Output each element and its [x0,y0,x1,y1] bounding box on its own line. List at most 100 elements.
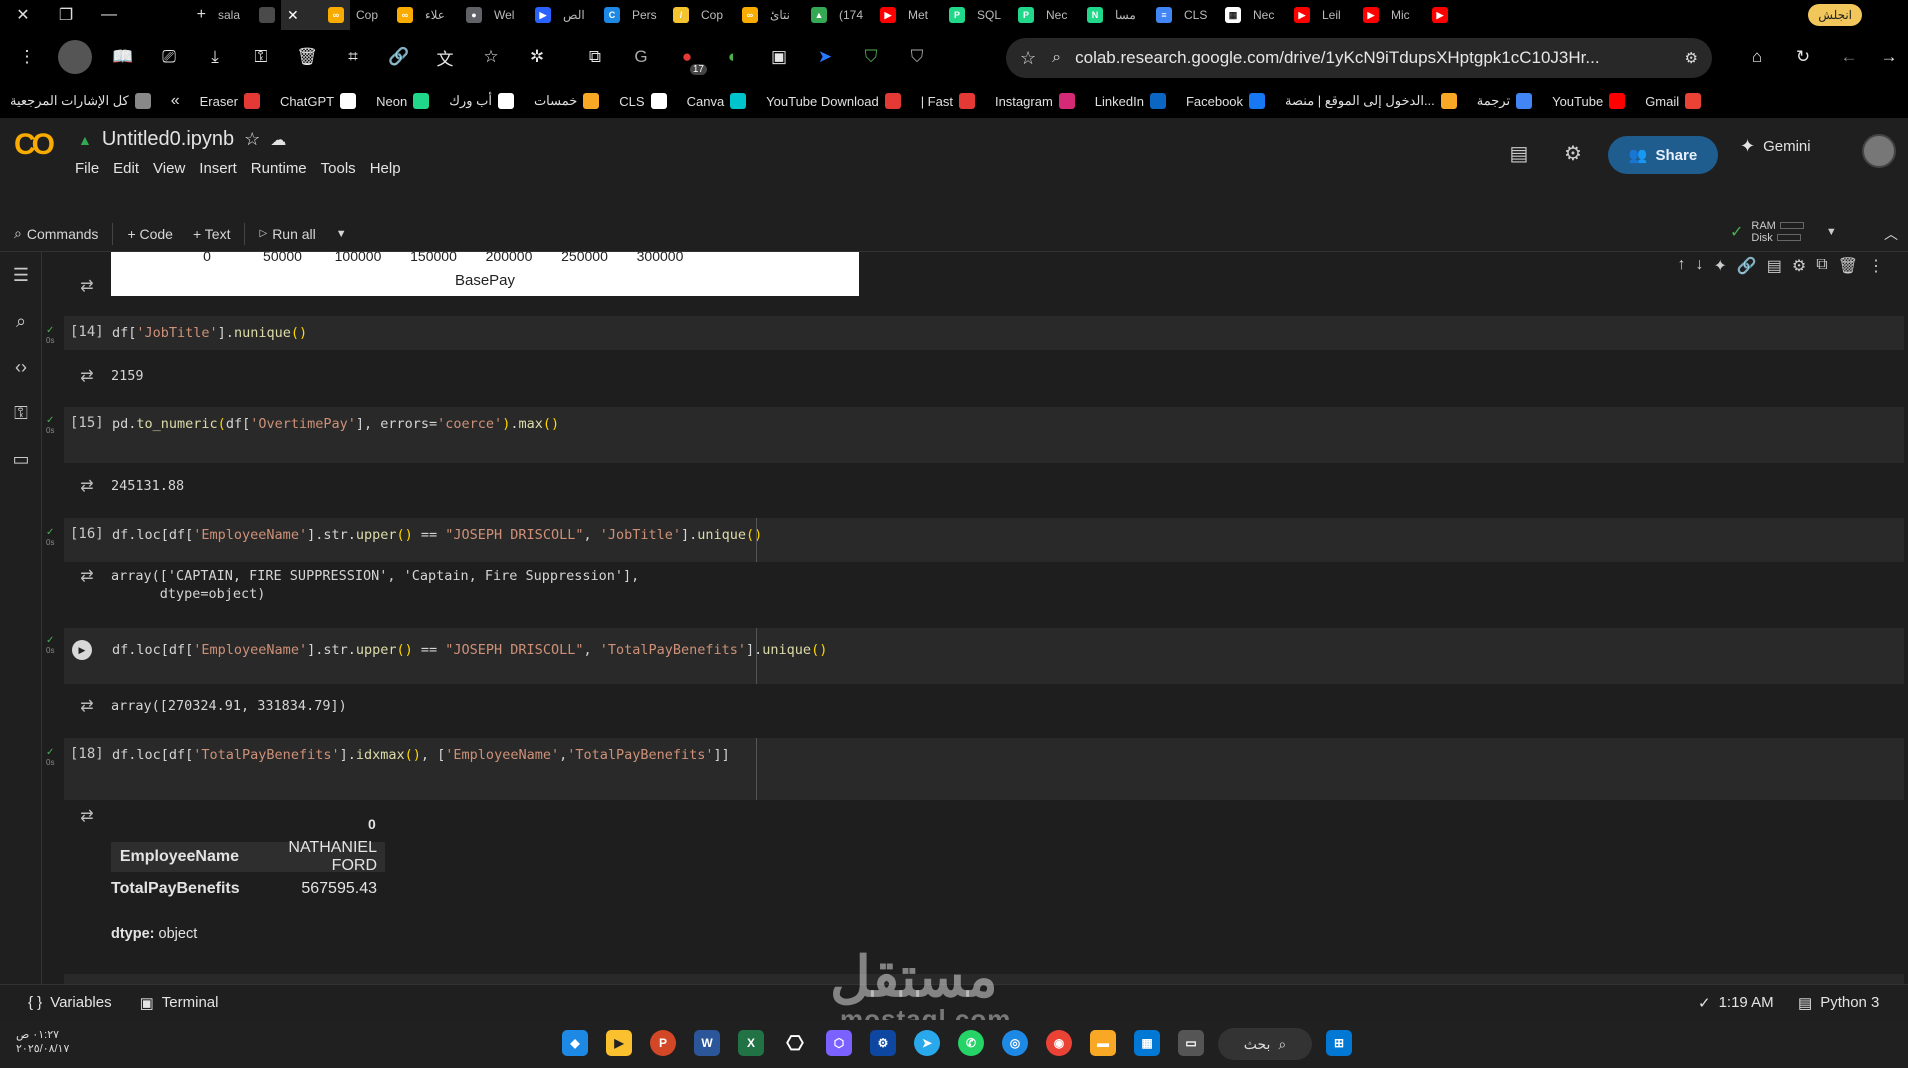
run-menu-chevron-icon[interactable]: ▼ [326,228,357,240]
variables-button[interactable]: { } Variables [0,994,126,1011]
bookmark-item[interactable]: Canva [677,93,757,109]
code-cell[interactable]: [16] df.loc[df['EmployeeName'].str.upper… [64,518,1904,562]
cell-link-icon[interactable]: 🔗 [1737,256,1757,276]
adblock-icon[interactable]: ● 17 [672,42,707,75]
powerpoint-icon[interactable]: P [650,1030,676,1056]
settings-gear-icon[interactable]: ⚙ [1558,138,1588,168]
terminal-button[interactable]: ▣ Terminal [126,994,233,1012]
profile-chip[interactable]: انجلش [1808,4,1862,26]
colab-logo[interactable]: CO [14,128,55,162]
output-toggle-icon[interactable]: ⇄ [74,276,100,296]
word-icon[interactable]: W [694,1030,720,1056]
new-tab-icon[interactable]: + [132,0,212,30]
resources-chevron-icon[interactable]: ▼ [1826,226,1837,238]
color-picker-icon[interactable]: ◐ [718,42,748,72]
window-extension-icon[interactable]: ▣ [764,42,794,72]
code-cell[interactable]: [15] pd.to_numeric(df['OvertimePay'], er… [64,407,1904,463]
player-icon[interactable]: ▶ [606,1030,632,1056]
chrome-icon[interactable]: ◉ [1046,1030,1072,1056]
browser-tab[interactable]: ✕ ∞ [281,0,350,30]
bookmark-item[interactable]: ChatGPT [270,93,366,109]
profile-avatar[interactable] [58,40,92,74]
table-of-contents-icon[interactable]: ☰ [0,252,42,298]
bookmark-item[interactable]: Gmail [1635,93,1711,109]
browser-tab[interactable]: Nec N [1040,0,1109,30]
reload-icon[interactable]: ↻ [1788,42,1818,72]
menu-insert[interactable]: Insert [199,160,237,177]
collapse-chevron-icon[interactable]: ︿ [1884,224,1898,244]
kernel-status[interactable]: ▤ Python 3 [1784,994,1893,1012]
forward-arrow-icon[interactable]: → [1874,42,1904,72]
browser-tab[interactable]: Cop ∞ [350,0,419,30]
browser-tab[interactable]: Pers / [626,0,695,30]
cursor-extension-icon[interactable]: ➤ [810,42,840,72]
store-icon[interactable]: ▦ [1134,1030,1160,1056]
bookmarks-overflow-icon[interactable]: « [161,92,190,110]
taskbar-search[interactable]: بحث ⌕ [1218,1028,1312,1060]
chatgpt-icon[interactable]: ⎔ [782,1030,808,1056]
task-view-icon[interactable]: ▭ [1178,1030,1204,1056]
menu-edit[interactable]: Edit [113,160,139,177]
browser-tab[interactable]: نتائ ▲ [764,0,833,30]
browser-tab[interactable]: Cop ∞ [695,0,764,30]
screenshot-icon[interactable]: ⌗ [338,42,368,72]
telegram-icon[interactable]: ➤ [914,1030,940,1056]
app-icon[interactable]: ⚙ [870,1030,896,1056]
site-settings-icon[interactable]: ⚙ [1685,49,1698,67]
bookmark-item[interactable]: أب ورك [439,93,524,109]
browser-tab[interactable]: Wel ▶ [488,0,557,30]
bookmark-item[interactable]: ترجمة [1467,93,1542,109]
extension-bug-icon[interactable]: ✲ [522,42,552,72]
browser-tab[interactable]: Leil ▶ [1316,0,1385,30]
bookmark-item[interactable]: Neon [366,93,439,109]
run-all-button[interactable]: ▷ Run all [249,226,325,242]
comments-icon[interactable]: ▤ [1504,138,1534,168]
visual-studio-icon[interactable]: ◆ [562,1030,588,1056]
menu-help[interactable]: Help [370,160,401,177]
reading-mode-icon[interactable]: 📖 [108,42,138,72]
code-snippets-icon[interactable]: ‹› [0,344,42,390]
bookmark-item[interactable]: Eraser [190,93,270,109]
output-toggle-icon[interactable]: ⇄ [74,566,100,586]
output-toggle-icon[interactable]: ⇄ [74,366,100,386]
bookmark-star-icon[interactable]: ☆ [1020,48,1036,69]
cell-comment-icon[interactable]: ▤ [1767,256,1782,276]
address-url[interactable]: colab.research.google.com/drive/1yKcN9iT… [1075,48,1684,68]
menu-file[interactable]: File [75,160,99,177]
cell-source[interactable]: df['JobTitle'].nunique() [112,325,307,341]
cell-settings-icon[interactable]: ⚙ [1792,256,1806,276]
browser-tab[interactable]: Met P [902,0,971,30]
commands-button[interactable]: ⌕ Commands [0,225,108,242]
microsoft365-icon[interactable]: ⬡ [826,1030,852,1056]
search-lens-icon[interactable]: ⌕ [1052,49,1061,67]
star-icon[interactable]: ☆ [244,129,260,150]
browser-tab[interactable]: SQL P [971,0,1040,30]
cell-source[interactable]: df.loc[df['TotalPayBenefits'].idxmax(), … [112,747,730,763]
output-toggle-icon[interactable]: ⇄ [74,696,100,716]
more-menu-icon[interactable]: ⋮ [12,42,42,72]
cast-icon[interactable]: ⎚ [154,42,184,72]
back-arrow-icon[interactable]: ← [1834,42,1864,72]
star-extension-icon[interactable]: ☆ [476,42,506,72]
menu-tools[interactable]: Tools [321,160,356,177]
bookmark-item[interactable]: الدخول إلى الموقع | منصة... [1275,93,1467,109]
menu-view[interactable]: View [153,160,185,177]
gemini-cell-icon[interactable]: ✦ [1713,256,1726,276]
address-bar[interactable]: ☆ ⌕ colab.research.google.com/drive/1yKc… [1006,38,1712,78]
bookmark-item[interactable]: YouTube Download [756,93,911,109]
minimize-window-icon[interactable]: — [86,0,132,30]
last-run-status[interactable]: ✓ 1:19 AM [1684,994,1788,1012]
browser-tab[interactable]: CLS ▦ [1178,0,1247,30]
key-icon[interactable]: ⚿ [246,42,276,72]
link-icon[interactable]: 🔗 [384,42,414,72]
files-folder-icon[interactable]: ▭ [0,436,42,482]
browser-icon[interactable]: ◎ [1002,1030,1028,1056]
cell-source[interactable]: df.loc[df['EmployeeName'].str.upper() ==… [112,642,827,658]
browser-tab[interactable]: Mic ▶ [1385,0,1454,30]
browser-tab[interactable]: مسا ≡ [1109,0,1178,30]
cell-source[interactable]: df.loc[df['EmployeeName'].str.upper() ==… [112,527,762,543]
browser-tab[interactable]: Nec ▶ [1247,0,1316,30]
download-icon[interactable]: ⤓ [200,42,230,72]
resources-indicator[interactable]: ✓ RAM Disk ▼ [1730,220,1837,244]
cell-source[interactable]: pd.to_numeric(df['OvertimePay'], errors=… [112,416,559,432]
